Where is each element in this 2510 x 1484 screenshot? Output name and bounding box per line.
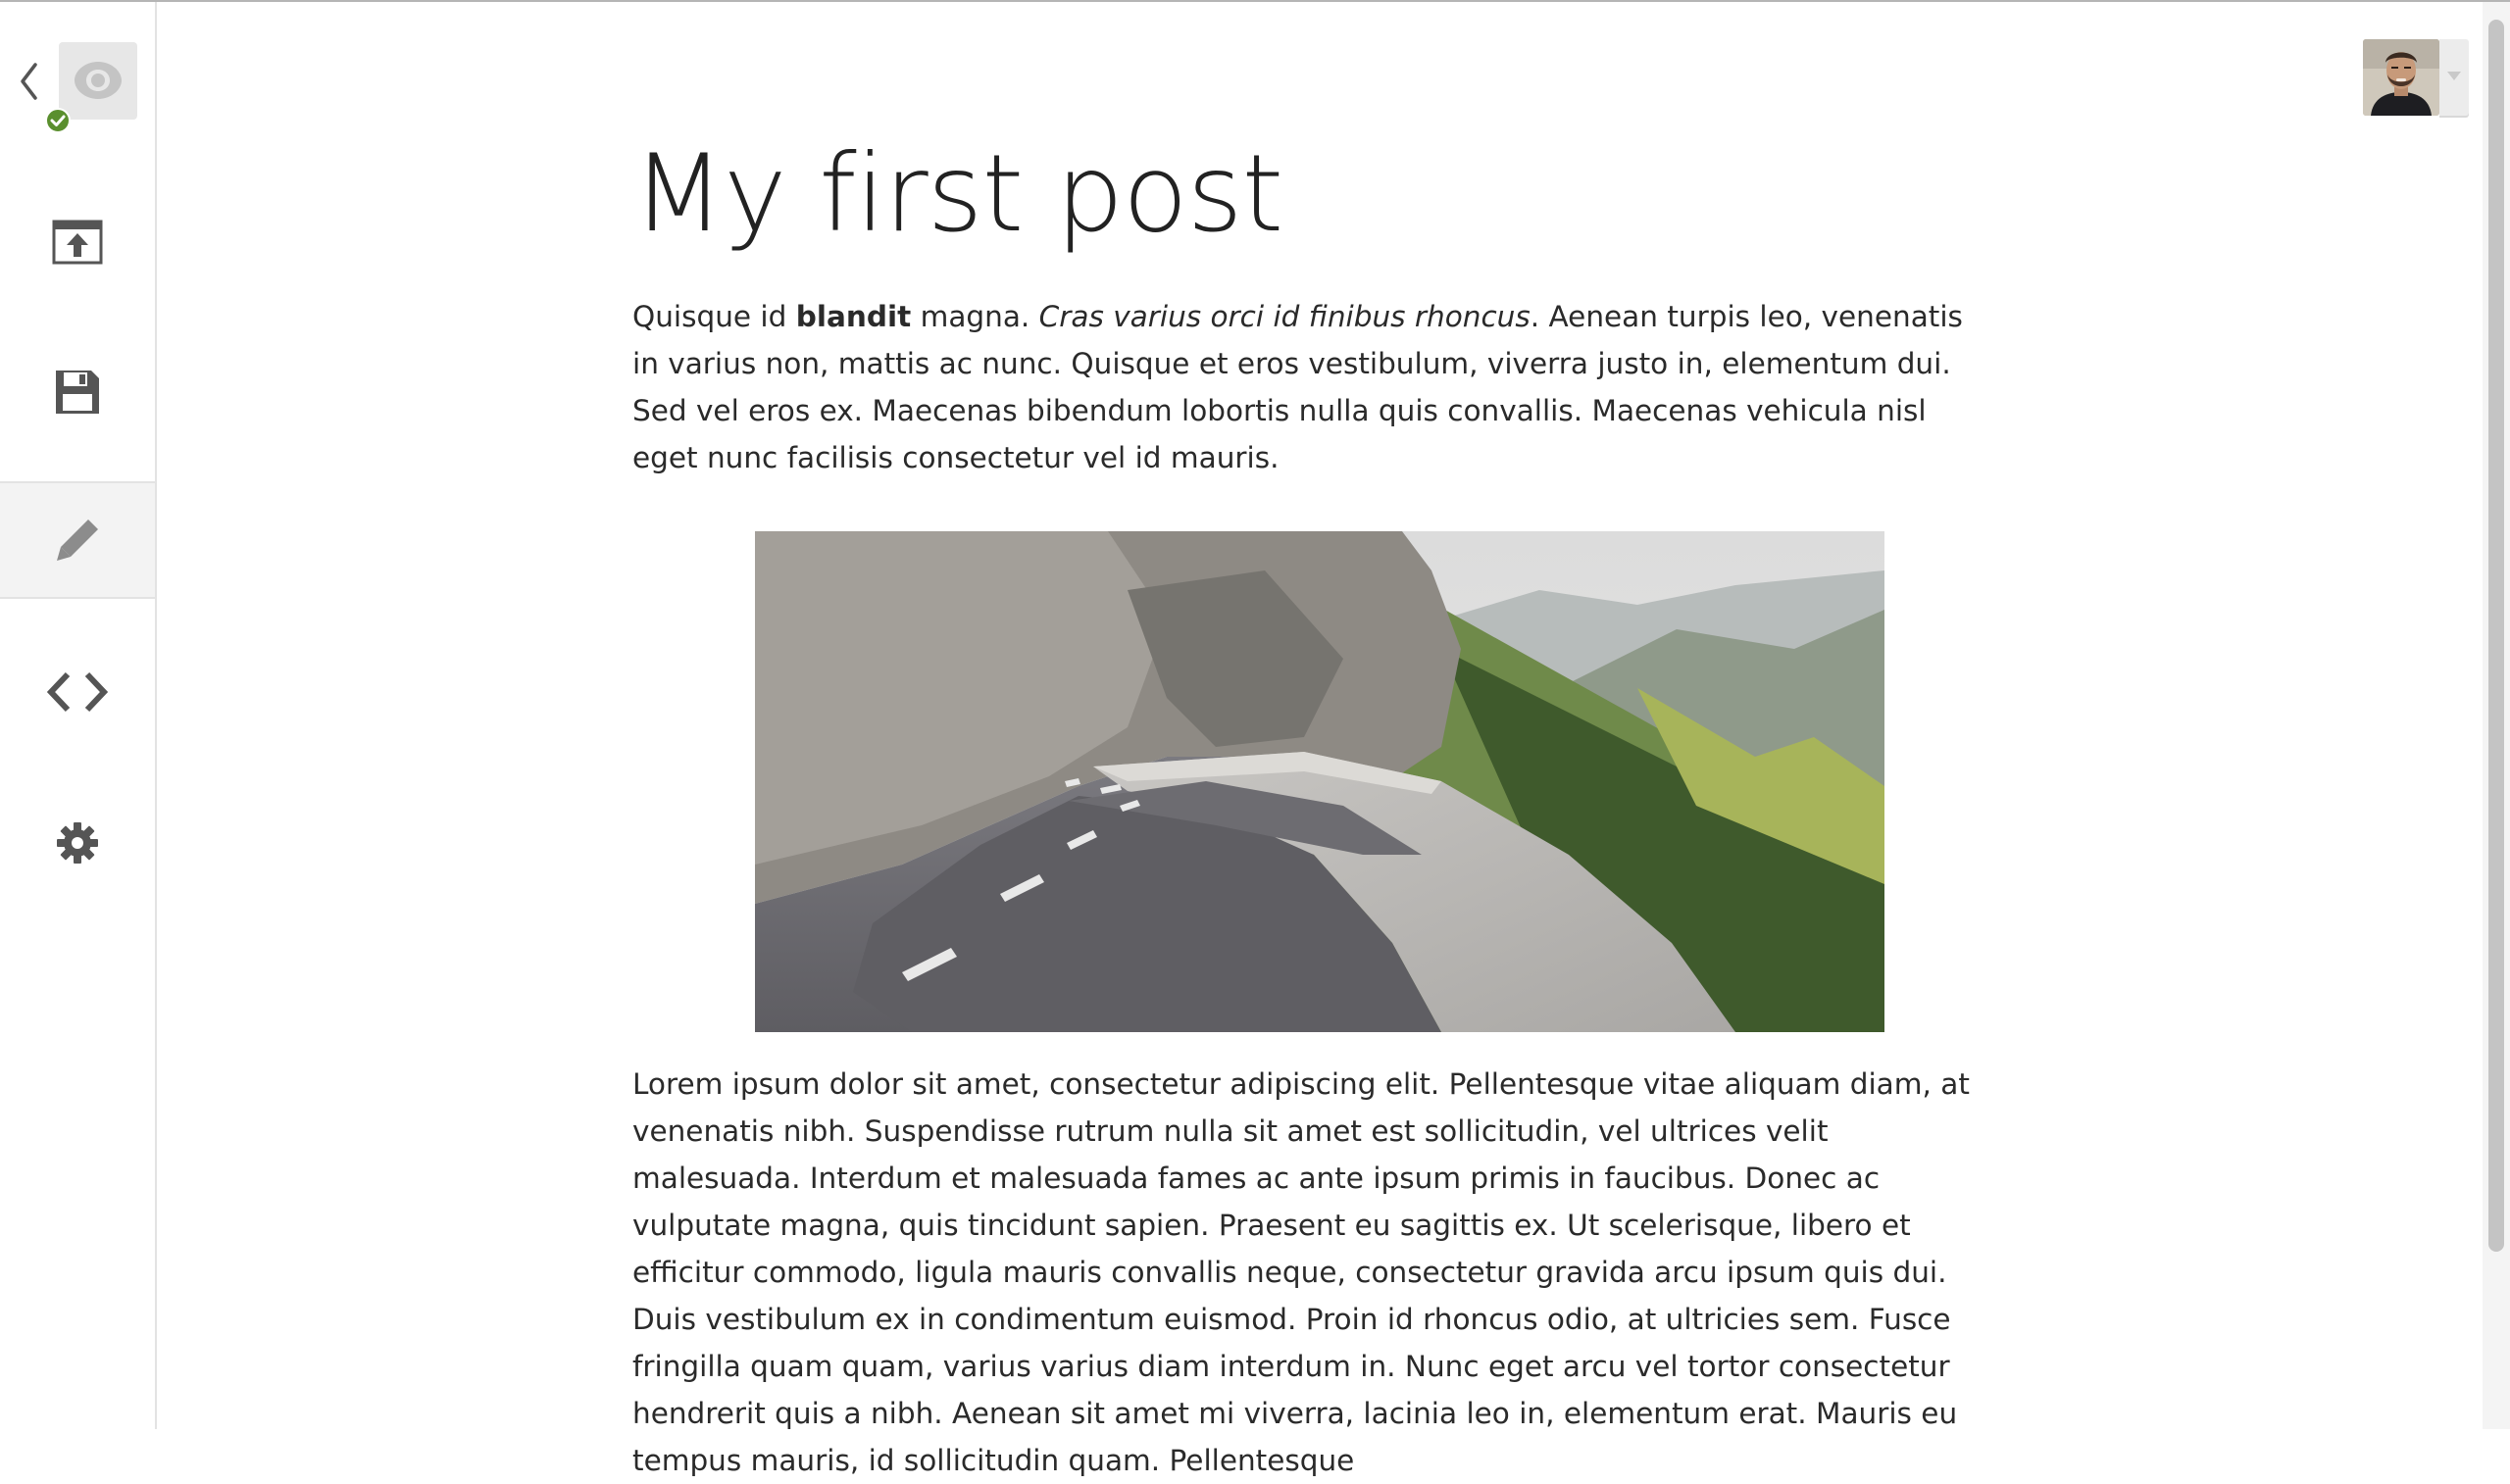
check-icon bbox=[45, 108, 71, 133]
save-button[interactable] bbox=[0, 333, 155, 451]
italic-text: Cras varius orci id finibus rhoncus bbox=[1038, 300, 1531, 333]
sidebar bbox=[0, 2, 157, 1429]
code-button[interactable] bbox=[0, 633, 155, 751]
chevron-down-icon bbox=[2447, 72, 2461, 80]
post-image[interactable] bbox=[755, 531, 1884, 1032]
back-button[interactable] bbox=[18, 61, 41, 102]
settings-button[interactable] bbox=[0, 784, 155, 902]
mountain-road-image bbox=[755, 531, 1884, 1032]
user-menu-toggle[interactable] bbox=[2439, 39, 2469, 116]
edit-button[interactable] bbox=[0, 481, 155, 599]
user-menu[interactable] bbox=[2363, 39, 2469, 118]
post-title[interactable]: My first post bbox=[632, 125, 1283, 263]
bold-text: blandit bbox=[795, 300, 912, 333]
site-logo-button[interactable] bbox=[59, 42, 137, 120]
paragraph-text: Quisque id bbox=[632, 300, 796, 333]
publish-button[interactable] bbox=[0, 183, 155, 301]
pencil-icon bbox=[57, 519, 98, 561]
code-icon bbox=[46, 671, 109, 713]
publish-icon bbox=[52, 220, 103, 265]
scrollbar-thumb[interactable] bbox=[2488, 20, 2504, 1252]
logo-icon bbox=[75, 62, 122, 99]
post-paragraph[interactable]: Lorem ipsum dolor sit amet, consectetur … bbox=[632, 1061, 1985, 1484]
save-icon bbox=[56, 371, 99, 414]
post-paragraph[interactable]: Quisque id blandit magna. Cras varius or… bbox=[632, 293, 1985, 481]
paragraph-text: magna. bbox=[911, 300, 1039, 333]
chevron-left-icon bbox=[21, 63, 37, 100]
top-border bbox=[0, 0, 2510, 2]
gear-icon bbox=[57, 822, 98, 864]
avatar bbox=[2363, 39, 2439, 116]
